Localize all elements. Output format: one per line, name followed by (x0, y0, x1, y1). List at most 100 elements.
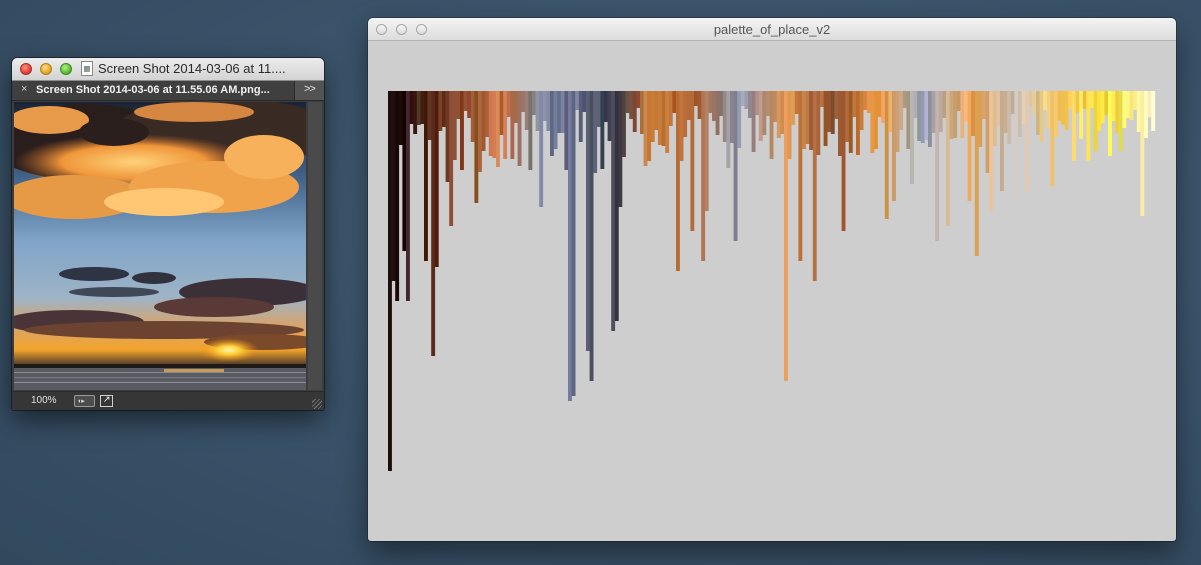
palette-bar (899, 91, 904, 130)
sketch-window-titlebar[interactable]: palette_of_place_v2 (368, 18, 1176, 41)
palette-bar (913, 91, 918, 118)
image-document-window[interactable]: Screen Shot 2014-03-06 at 11.... × Scree… (12, 58, 324, 410)
sunset-photo-image (14, 102, 306, 390)
palette-bar (953, 91, 958, 138)
document-tab[interactable]: × Screen Shot 2014-03-06 at 11.55.06 AM.… (12, 81, 295, 100)
palette-bar (1086, 91, 1091, 161)
palette-bar (625, 91, 630, 113)
palette-bar (560, 91, 565, 133)
palette-bar (611, 91, 616, 331)
palette-bar (643, 91, 648, 166)
zoom-window-button[interactable] (416, 24, 427, 35)
palette-bar (780, 91, 785, 134)
palette-bar (629, 91, 634, 119)
palette-bar (697, 91, 702, 119)
palette-bar (816, 91, 821, 155)
document-icon (81, 61, 93, 76)
palette-bar (467, 91, 472, 118)
palette-bar (906, 91, 911, 149)
palette-bar (488, 91, 493, 156)
palette-bar (715, 91, 720, 135)
palette-bar (841, 91, 846, 231)
palette-bar (1122, 91, 1127, 128)
palette-bar (1115, 91, 1120, 133)
palette-bar (402, 91, 407, 251)
close-window-button[interactable] (20, 63, 32, 75)
palette-bar (672, 91, 677, 113)
palette-bar (647, 91, 652, 161)
palette-bar (787, 91, 792, 159)
palette-bar (938, 91, 943, 132)
palette-bar (964, 91, 968, 122)
palette-bar (528, 91, 533, 170)
export-button[interactable]: ↗ (100, 394, 113, 407)
palette-bar (517, 91, 522, 166)
palette-bar (1025, 91, 1030, 191)
palette-bar (398, 91, 403, 145)
palette-bar (506, 91, 511, 117)
palette-bar (452, 91, 457, 160)
palette-bar (575, 91, 580, 110)
palette-bar (992, 91, 997, 146)
palette-bar (427, 91, 432, 140)
palette-bar (1136, 91, 1141, 132)
palette-bar (694, 91, 698, 106)
palette-bar (578, 91, 583, 142)
minimize-window-button[interactable] (396, 24, 407, 35)
palette-bar (982, 91, 986, 119)
palette-bar (1126, 91, 1130, 118)
palette-bar (758, 91, 763, 141)
minimize-window-button[interactable] (40, 63, 52, 75)
document-tab-label: Screen Shot 2014-03-06 at 11.55.06 AM.pn… (36, 84, 270, 96)
palette-bar (665, 91, 670, 153)
palette-bar (967, 91, 972, 201)
palette-bar (686, 91, 691, 120)
palette-bar (510, 91, 515, 159)
palette-bar (920, 91, 925, 143)
palette-bar (1129, 91, 1134, 120)
palette-bar (434, 91, 439, 267)
palette-bar (726, 91, 731, 168)
palette-bar (1140, 91, 1145, 216)
vertical-scrollbar[interactable] (308, 102, 322, 390)
palette-bar (996, 91, 1001, 126)
palette-bar (1050, 91, 1055, 186)
zoom-window-button[interactable] (60, 63, 72, 75)
palette-bar (712, 91, 716, 121)
palette-bar (658, 91, 662, 145)
tab-close-icon[interactable]: × (21, 83, 27, 95)
palette-bar (492, 91, 497, 158)
close-window-button[interactable] (376, 24, 387, 35)
palette-bar (974, 91, 979, 256)
palette-bar (1151, 91, 1156, 131)
palette-bar (751, 91, 756, 152)
palette-bar (431, 91, 436, 356)
palette-bar (1057, 91, 1062, 121)
palette-bar (956, 91, 961, 111)
resize-grip-icon[interactable] (312, 399, 322, 409)
palette-bar (1097, 91, 1102, 131)
sketch-window-title: palette_of_place_v2 (713, 22, 831, 37)
palette-bar (1028, 91, 1033, 107)
palette-bar (1093, 91, 1098, 151)
palette-bar (420, 91, 425, 124)
palette-bar (773, 91, 778, 122)
sketch-window[interactable]: palette_of_place_v2 (368, 18, 1176, 541)
palette-bar (1147, 91, 1152, 117)
palette-bar (748, 91, 752, 118)
palette-bar (1014, 91, 1019, 199)
zoom-level[interactable]: 100% (31, 395, 57, 406)
palette-bar (456, 91, 461, 119)
palette-bar (971, 91, 976, 136)
palette-bars-canvas (388, 91, 1156, 471)
palette-bar (1054, 91, 1058, 137)
palette-bar (838, 91, 842, 156)
image-window-titlebar[interactable]: Screen Shot 2014-03-06 at 11.... (12, 58, 324, 81)
palette-bar (1043, 91, 1048, 110)
palette-bar (679, 91, 684, 161)
palette-bar (1046, 91, 1051, 129)
status-info-button[interactable]: ◐▸ (74, 395, 95, 407)
tab-overflow-button[interactable]: >> (304, 83, 316, 95)
palette-bar (535, 91, 540, 131)
palette-bar (600, 91, 605, 169)
